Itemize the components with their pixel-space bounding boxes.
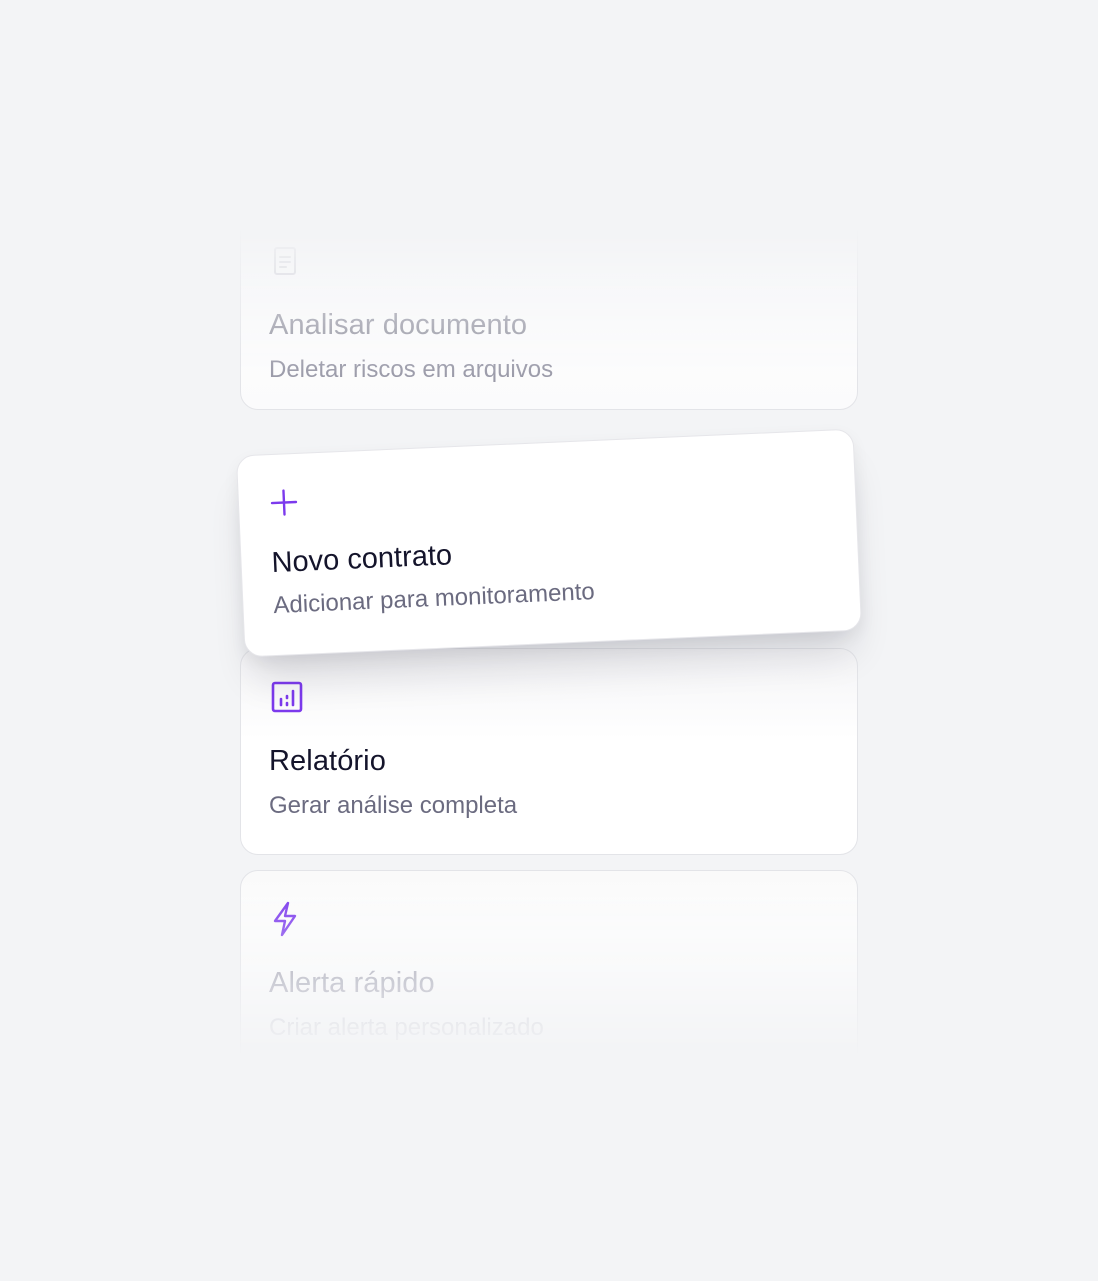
card-title: Analisar documento <box>269 309 528 341</box>
card-title: Alerta rápido <box>269 967 435 999</box>
card-subtitle: Deletar riscos em arquivos <box>269 356 554 383</box>
card-alerta-rapido[interactable]: Alerta rápido Criar alerta personalizado <box>240 870 858 1056</box>
bar-chart-icon <box>269 677 309 717</box>
plus-icon <box>268 481 310 523</box>
lightning-icon <box>269 899 309 939</box>
card-analisar-documento[interactable]: Analisar documento Deletar riscos em arq… <box>240 228 858 410</box>
card-title: Relatório <box>269 745 386 777</box>
card-subtitle: Criar alerta personalizado <box>269 1014 544 1041</box>
card-subtitle: Gerar análise completa <box>269 792 518 819</box>
document-icon <box>269 241 309 281</box>
card-novo-contrato[interactable]: Novo contrato Adicionar para monitoramen… <box>235 428 863 658</box>
card-relatorio[interactable]: Relatório Gerar análise completa <box>240 648 858 855</box>
